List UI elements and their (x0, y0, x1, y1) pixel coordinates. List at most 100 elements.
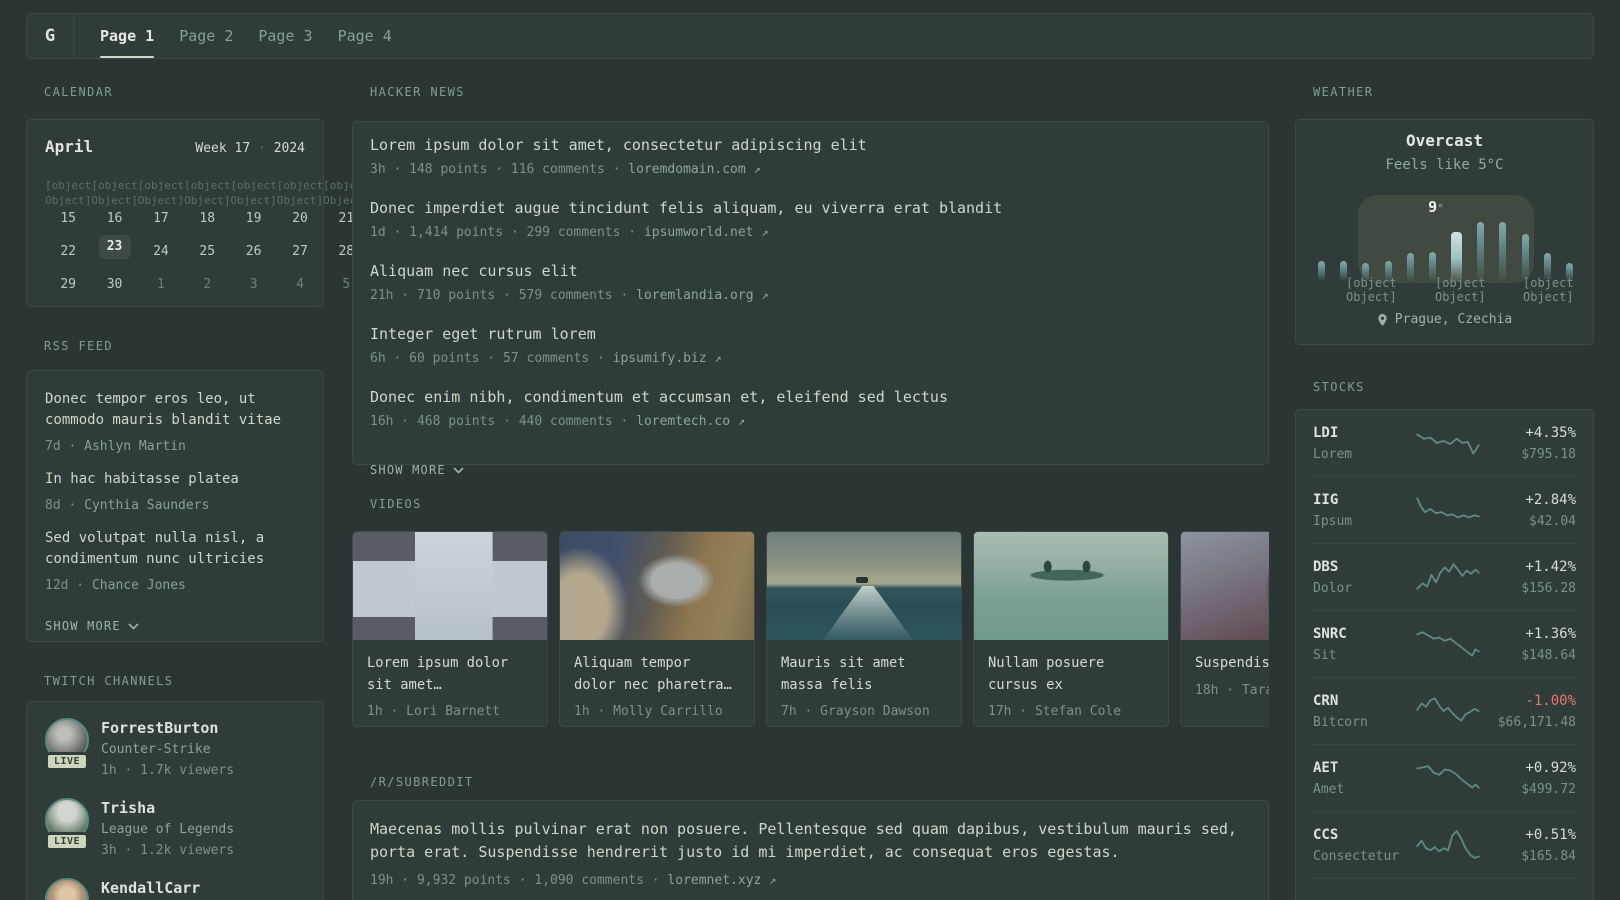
video-card[interactable]: Lorem ipsum dolor sit amet consectetu… 1… (352, 531, 548, 727)
stock-change: +1.42% (1525, 558, 1576, 575)
video-card[interactable]: Aliquam tempor dolor nec pharetra… 1h · … (559, 531, 755, 727)
subreddit-post-domain-link[interactable]: loremnet.xyz ↗ (667, 873, 776, 888)
channel-avatar-image (45, 878, 89, 900)
hn-item-stats: 3h · 148 points · 116 comments (370, 162, 605, 177)
location-text: Prague, Czechia (1394, 312, 1513, 327)
sparkline-path (1416, 433, 1480, 455)
stock-id: DBS Dolor (1313, 558, 1415, 597)
sparkline-path (1416, 830, 1480, 859)
hn-item-title[interactable]: Donec imperdiet augue tincidunt felis al… (370, 197, 1251, 219)
rss-item-title[interactable]: In hac habitasse platea (45, 469, 305, 490)
stock-row[interactable]: AHS +0.46% (1313, 878, 1576, 900)
dot-separator: · (612, 288, 637, 303)
stock-name: Sit (1313, 647, 1337, 663)
calendar-day: 26 (245, 244, 262, 259)
avatar: LIVE (44, 718, 90, 771)
video-thumbnail (767, 532, 961, 640)
calendar-weekday: [object Object] (137, 179, 185, 207)
stock-change: -1.00% (1525, 692, 1576, 709)
weather-hour-labels: [object Object] [object Object] [object Ob… (1296, 276, 1593, 304)
calendar-day: 29 (60, 277, 76, 292)
rss-item-meta: 8d · Cynthia Saunders (45, 496, 305, 515)
sparkline-path (1416, 497, 1480, 519)
calendar-month: April (45, 137, 94, 156)
stock-values: +4.35% $795.18 (1481, 424, 1576, 463)
hn-item-domain-link[interactable]: loremtech.co ↗ (636, 414, 745, 429)
nav-tab[interactable]: Page 3 (258, 14, 312, 58)
subreddit-post-title[interactable]: Maecenas mollis pulvinar erat non posuer… (370, 818, 1251, 863)
hn-item-domain-link[interactable]: loremdomain.com ↗ (628, 162, 760, 177)
stock-sparkline (1415, 896, 1481, 900)
dot-separator: · (589, 351, 613, 366)
dot-separator: · (60, 439, 85, 454)
twitch-channel-row[interactable]: LIVE ForrestBurton Counter-Strike 1h · 1… (44, 718, 305, 780)
stock-sparkline (1416, 433, 1480, 455)
stock-row[interactable]: LDI Lorem +4.35% $795.18 (1313, 410, 1576, 476)
calendar-day: 4 (296, 277, 304, 292)
stock-price: $156.28 (1521, 580, 1576, 596)
calendar-day: 24 (153, 244, 169, 259)
calendar-day: 17 (153, 211, 169, 226)
rss-item-title[interactable]: Sed volutpat nulla nisl, a condimentum n… (45, 528, 305, 570)
weather-widget: Overcast Feels like 5°C 9° [object Objec… (1295, 119, 1594, 345)
video-list: Lorem ipsum dolor sit amet consectetu… 1… (352, 531, 1269, 727)
hn-item-domain-link[interactable]: ipsumworld.net ↗ (644, 225, 769, 240)
stock-values: +2.84% $42.04 (1481, 491, 1576, 530)
nav-tab[interactable]: Page 2 (179, 14, 233, 58)
stock-row[interactable]: CCS Consectetur +0.51% $165.84 (1313, 811, 1576, 878)
stock-row[interactable]: CRN Bitcorn -1.00% $66,171.48 (1313, 677, 1576, 744)
live-badge: LIVE (44, 752, 90, 771)
chevron-down-icon (128, 623, 139, 630)
rss-widget: Donec tempor eros leo, ut commodo mauris… (26, 370, 324, 642)
rss-item-title[interactable]: Donec tempor eros leo, ut commodo mauris… (45, 389, 305, 431)
twitch-channel-row[interactable]: LIVE Trisha League of Legends 3h · 1.2k … (44, 798, 305, 860)
subreddit-post-meta: 19h · 9,932 points · 1,090 comments · lo… (370, 870, 1251, 891)
hn-item-title[interactable]: Integer eget rutrum lorem (370, 323, 1251, 345)
nav-tab[interactable]: Page 4 (338, 14, 392, 58)
video-title: Suspendisse diam (1195, 655, 1269, 671)
dot-separator: · (60, 498, 85, 513)
stock-sparkline (1416, 697, 1480, 722)
video-meta: 18h · Tara (1195, 682, 1269, 698)
twitch-channel-row[interactable]: KendallCarr (45, 878, 305, 900)
video-card[interactable]: Mauris sit amet massa felis 7h · Grayson… (766, 531, 962, 727)
video-title: Nullam posuere cursus ex (988, 655, 1105, 693)
channel-info: KendallCarr (101, 878, 200, 900)
hacker-news-section: HACKER NEWS Lorem ipsum dolor sit amet, … (352, 82, 1269, 477)
video-card[interactable]: Suspendisse diam 18h · Tara (1180, 531, 1269, 727)
hn-item-domain: loremtech.co (636, 414, 731, 429)
video-title: Aliquam tempor dolor nec pharetra… (574, 655, 732, 693)
calendar-section-label: CALENDAR (44, 85, 113, 99)
app-logo[interactable]: G (27, 14, 74, 58)
hn-item-domain-link[interactable]: ipsumify.biz ↗ (613, 351, 722, 366)
stock-price: $165.84 (1521, 848, 1576, 864)
hn-item: Donec enim nibh, condimentum et accumsan… (370, 386, 1251, 432)
stocks-widget: LDI Lorem +4.35% $795.18 IIG Ipsum +2.84… (1295, 409, 1594, 900)
calendar-day: 27 (292, 244, 308, 259)
stock-row[interactable]: DBS Dolor +1.42% $156.28 (1313, 543, 1576, 610)
stock-row[interactable]: SNRC Sit +1.36% $148.64 (1313, 610, 1576, 677)
hn-item-title[interactable]: Lorem ipsum dolor sit amet, consectetur … (370, 134, 1251, 156)
nav-tab[interactable]: Page 1 (100, 14, 155, 58)
stock-row[interactable]: IIG Ipsum +2.84% $42.04 (1313, 476, 1576, 543)
video-card[interactable]: Nullam posuere cursus ex 17h · Stefan Co… (973, 531, 1169, 727)
calendar-day: 3 (249, 277, 258, 292)
calendar-week-number: Week 17 (195, 141, 251, 156)
rss-show-more-button[interactable]: SHOW MORE (45, 619, 139, 633)
stock-ticker: IIG (1313, 491, 1339, 508)
subreddit-section-label: /R/SUBREDDIT (370, 775, 474, 789)
video-thumbnail (1181, 532, 1269, 640)
hn-item-title[interactable]: Aliquam nec cursus elit (370, 260, 1251, 282)
hn-item-stats: 16h · 468 points · 440 comments (370, 414, 613, 429)
hn-show-more-button[interactable]: SHOW MORE (370, 463, 464, 477)
dot-separator: · (250, 141, 274, 156)
stock-row[interactable]: AET Amet +0.92% $499.72 (1313, 744, 1576, 811)
location-pin-icon (1378, 313, 1387, 326)
hn-item-domain-link[interactable]: loremlandia.org ↗ (636, 288, 768, 303)
stock-price: $499.72 (1521, 781, 1576, 797)
degree-symbol: ° (1437, 202, 1444, 215)
dot-separator: · (643, 873, 668, 888)
hn-item-title[interactable]: Donec enim nibh, condimentum et accumsan… (370, 386, 1251, 408)
page-tabs: Page 1 Page 2 Page 3 Page 4 (74, 14, 392, 58)
calendar-day: 16 (106, 211, 123, 226)
